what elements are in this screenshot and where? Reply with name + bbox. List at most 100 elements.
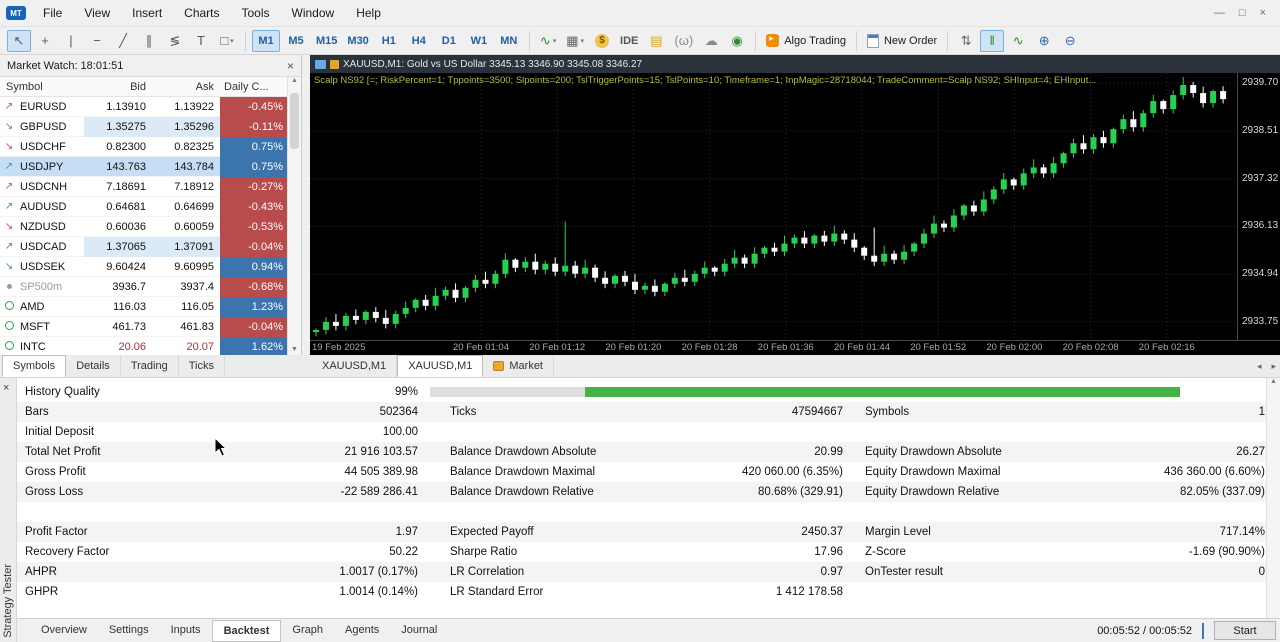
algo-trading-button[interactable]: Algo Trading bbox=[762, 30, 850, 52]
restore-icon[interactable]: □ bbox=[1239, 7, 1246, 19]
tab-scroll-left-icon[interactable]: ◂ bbox=[1257, 361, 1262, 372]
timeframe-w1[interactable]: W1 bbox=[465, 30, 493, 52]
timeframe-m15[interactable]: M15 bbox=[312, 30, 341, 52]
menu-tools[interactable]: Tools bbox=[231, 6, 281, 20]
tester-tab-agents[interactable]: Agents bbox=[334, 620, 390, 642]
indicators-icon[interactable]: ∿ ▾ bbox=[536, 30, 560, 52]
timeframe-h1[interactable]: H1 bbox=[375, 30, 403, 52]
scroll-up-icon[interactable]: ▲ bbox=[291, 77, 298, 84]
menu-window[interactable]: Window bbox=[281, 6, 346, 20]
vertical-line-tool-icon[interactable]: | bbox=[59, 30, 83, 52]
menu-file[interactable]: File bbox=[32, 6, 73, 20]
market-watch-row[interactable]: MSFT 461.73 461.83 -0.04% bbox=[0, 317, 288, 337]
chart-tab-xauusd-m1[interactable]: XAUUSD,M1 bbox=[397, 355, 484, 377]
bars-chart-icon[interactable]: ‖ bbox=[980, 29, 1005, 52]
time-axis[interactable]: 19 Feb 2025 20 Feb 01:04 20 Feb 01:12 20 Fe… bbox=[310, 340, 1280, 355]
fibonacci-tool-icon[interactable]: ≶ bbox=[163, 30, 187, 52]
tester-tab-settings[interactable]: Settings bbox=[98, 620, 160, 642]
community-icon[interactable]: ◉ bbox=[725, 30, 749, 52]
mw-tab-ticks[interactable]: Ticks bbox=[179, 355, 225, 377]
market-watch-row[interactable]: ↘ NZDUSD 0.60036 0.60059 -0.53% bbox=[0, 217, 288, 237]
signals-icon[interactable]: (ω) bbox=[670, 30, 697, 52]
mw-ask: 0.64699 bbox=[174, 201, 214, 213]
scroll-up-icon[interactable]: ▲ bbox=[1270, 378, 1277, 385]
column-symbol[interactable]: Symbol bbox=[0, 81, 84, 93]
dollar-icon[interactable]: $ bbox=[590, 30, 614, 52]
tester-close-icon[interactable]: × bbox=[3, 382, 9, 394]
mw-tab-symbols[interactable]: Symbols bbox=[2, 355, 67, 377]
horizontal-line-tool-icon[interactable]: − bbox=[85, 30, 109, 52]
column-bid[interactable]: Bid bbox=[84, 81, 152, 93]
mw-tab-details[interactable]: Details bbox=[66, 355, 121, 377]
shapes-tool-caret-icon[interactable]: ▾ bbox=[230, 37, 234, 45]
mw-bid: 1.35275 bbox=[84, 117, 152, 137]
mw-daily-change: -0.43% bbox=[220, 197, 288, 217]
market-watch-row[interactable]: INTC 20.06 20.07 1.62% bbox=[0, 337, 288, 355]
crosshair-tool-icon[interactable]: + bbox=[33, 30, 57, 52]
tester-tab-graph[interactable]: Graph bbox=[281, 620, 334, 642]
menu-view[interactable]: View bbox=[73, 6, 121, 20]
templates-caret-icon[interactable]: ▾ bbox=[581, 37, 585, 45]
zoom-in-icon[interactable]: ⊕ bbox=[1032, 30, 1056, 52]
market-watch-row[interactable]: ↘ GBPUSD 1.35275 1.35296 -0.11% bbox=[0, 117, 288, 137]
minimize-icon[interactable]: — bbox=[1214, 7, 1225, 19]
tester-scrollbar[interactable]: ▲ bbox=[1266, 378, 1280, 618]
pointer-tool-icon[interactable]: ↖ bbox=[7, 29, 31, 52]
market-watch-row[interactable]: AMD 116.03 116.05 1.23% bbox=[0, 297, 288, 317]
market-icon[interactable]: ▤ bbox=[644, 30, 668, 52]
scrollbar-thumb[interactable] bbox=[290, 93, 299, 149]
time-label: 20 Feb 01:52 bbox=[910, 342, 967, 353]
shapes-tool-icon[interactable]: □ ▾ bbox=[215, 30, 239, 52]
ide-button[interactable]: IDE bbox=[616, 30, 642, 52]
market-watch-row[interactable]: ↗ EURUSD 1.13910 1.13922 -0.45% bbox=[0, 97, 288, 117]
menu-insert[interactable]: Insert bbox=[121, 6, 173, 20]
timeframe-h4[interactable]: H4 bbox=[405, 30, 433, 52]
market-watch-row[interactable]: ↗ USDJPY 143.763 143.784 0.75% bbox=[0, 157, 288, 177]
timeframe-m30[interactable]: M30 bbox=[343, 30, 372, 52]
strategy-tester-panel: History Quality 99% Bars 502364 Ticks 4759466… bbox=[0, 378, 1280, 618]
market-watch-row[interactable]: SP500m 3936.7 3937.4 -0.68% bbox=[0, 277, 288, 297]
timeframe-mn[interactable]: MN bbox=[495, 30, 523, 52]
zoom-out-icon[interactable]: ⊖ bbox=[1058, 30, 1082, 52]
trendline-tool-icon[interactable]: ╱ bbox=[111, 30, 135, 52]
timeframe-d1[interactable]: D1 bbox=[435, 30, 463, 52]
line-chart-icon[interactable]: ∿ bbox=[1006, 30, 1030, 52]
mw-tab-trading[interactable]: Trading bbox=[121, 355, 179, 377]
menu-charts[interactable]: Charts bbox=[173, 6, 230, 20]
market-watch-scrollbar[interactable]: ▲ ▼ bbox=[287, 77, 301, 355]
channel-tool-icon[interactable]: ∥ bbox=[137, 30, 161, 52]
tester-tab-backtest[interactable]: Backtest bbox=[211, 619, 282, 642]
templates-icon[interactable]: ▦ ▾ bbox=[562, 30, 588, 52]
price-axis[interactable]: 2939.70 2938.51 2937.32 2936.13 2934.94 2933.… bbox=[1237, 73, 1280, 340]
tab-scroll-right-icon[interactable]: ▸ bbox=[1271, 361, 1276, 372]
market-watch-row[interactable]: ↘ USDCHF 0.82300 0.82325 0.75% bbox=[0, 137, 288, 157]
market-watch-row[interactable]: ↗ USDCNH 7.18691 7.18912 -0.27% bbox=[0, 177, 288, 197]
cloud-icon[interactable]: ☁ bbox=[699, 30, 723, 52]
market-watch-row[interactable]: ↘ USDSEK 9.60424 9.60995 0.94% bbox=[0, 257, 288, 277]
column-daily-change[interactable]: Daily C... bbox=[220, 81, 288, 93]
tester-row: Gross Profit 44 505 389.98 Balance Drawdow… bbox=[17, 462, 1266, 482]
scroll-down-icon[interactable]: ▼ bbox=[288, 346, 301, 353]
tester-tab-inputs[interactable]: Inputs bbox=[160, 620, 212, 642]
close-icon[interactable]: × bbox=[1260, 7, 1266, 19]
timeframe-m1[interactable]: M1 bbox=[252, 29, 280, 52]
text-tool-icon[interactable]: T bbox=[189, 30, 213, 52]
menu-help[interactable]: Help bbox=[345, 6, 392, 20]
tester-tab-overview[interactable]: Overview bbox=[30, 620, 98, 642]
chart-area[interactable]: Scalp NS92 [=; RiskPercent=1; Tppoints=3… bbox=[310, 73, 1280, 355]
market-watch-row[interactable]: ↗ AUDUSD 0.64681 0.64699 -0.43% bbox=[0, 197, 288, 217]
candlestick-chart[interactable] bbox=[310, 73, 1237, 340]
column-ask[interactable]: Ask bbox=[152, 81, 220, 93]
chart-tab-market[interactable]: Market bbox=[483, 355, 554, 377]
new-order-button[interactable]: New Order bbox=[863, 30, 941, 52]
tester-metric-label: Gross Loss bbox=[25, 486, 84, 498]
indicators-caret-icon[interactable]: ▾ bbox=[553, 37, 557, 45]
market-watch-row[interactable]: ↗ USDCAD 1.37065 1.37091 -0.04% bbox=[0, 237, 288, 257]
tick-arrow-icon: ↘ bbox=[4, 121, 14, 132]
timeframe-m5[interactable]: M5 bbox=[282, 30, 310, 52]
chart-tab-xauusd-m1[interactable]: XAUUSD,M1 bbox=[312, 355, 398, 377]
market-watch-close-icon[interactable]: × bbox=[287, 59, 294, 73]
tester-tab-journal[interactable]: Journal bbox=[390, 620, 448, 642]
sort-icon[interactable]: ⇅ bbox=[954, 30, 978, 52]
start-button[interactable]: Start bbox=[1214, 621, 1276, 640]
